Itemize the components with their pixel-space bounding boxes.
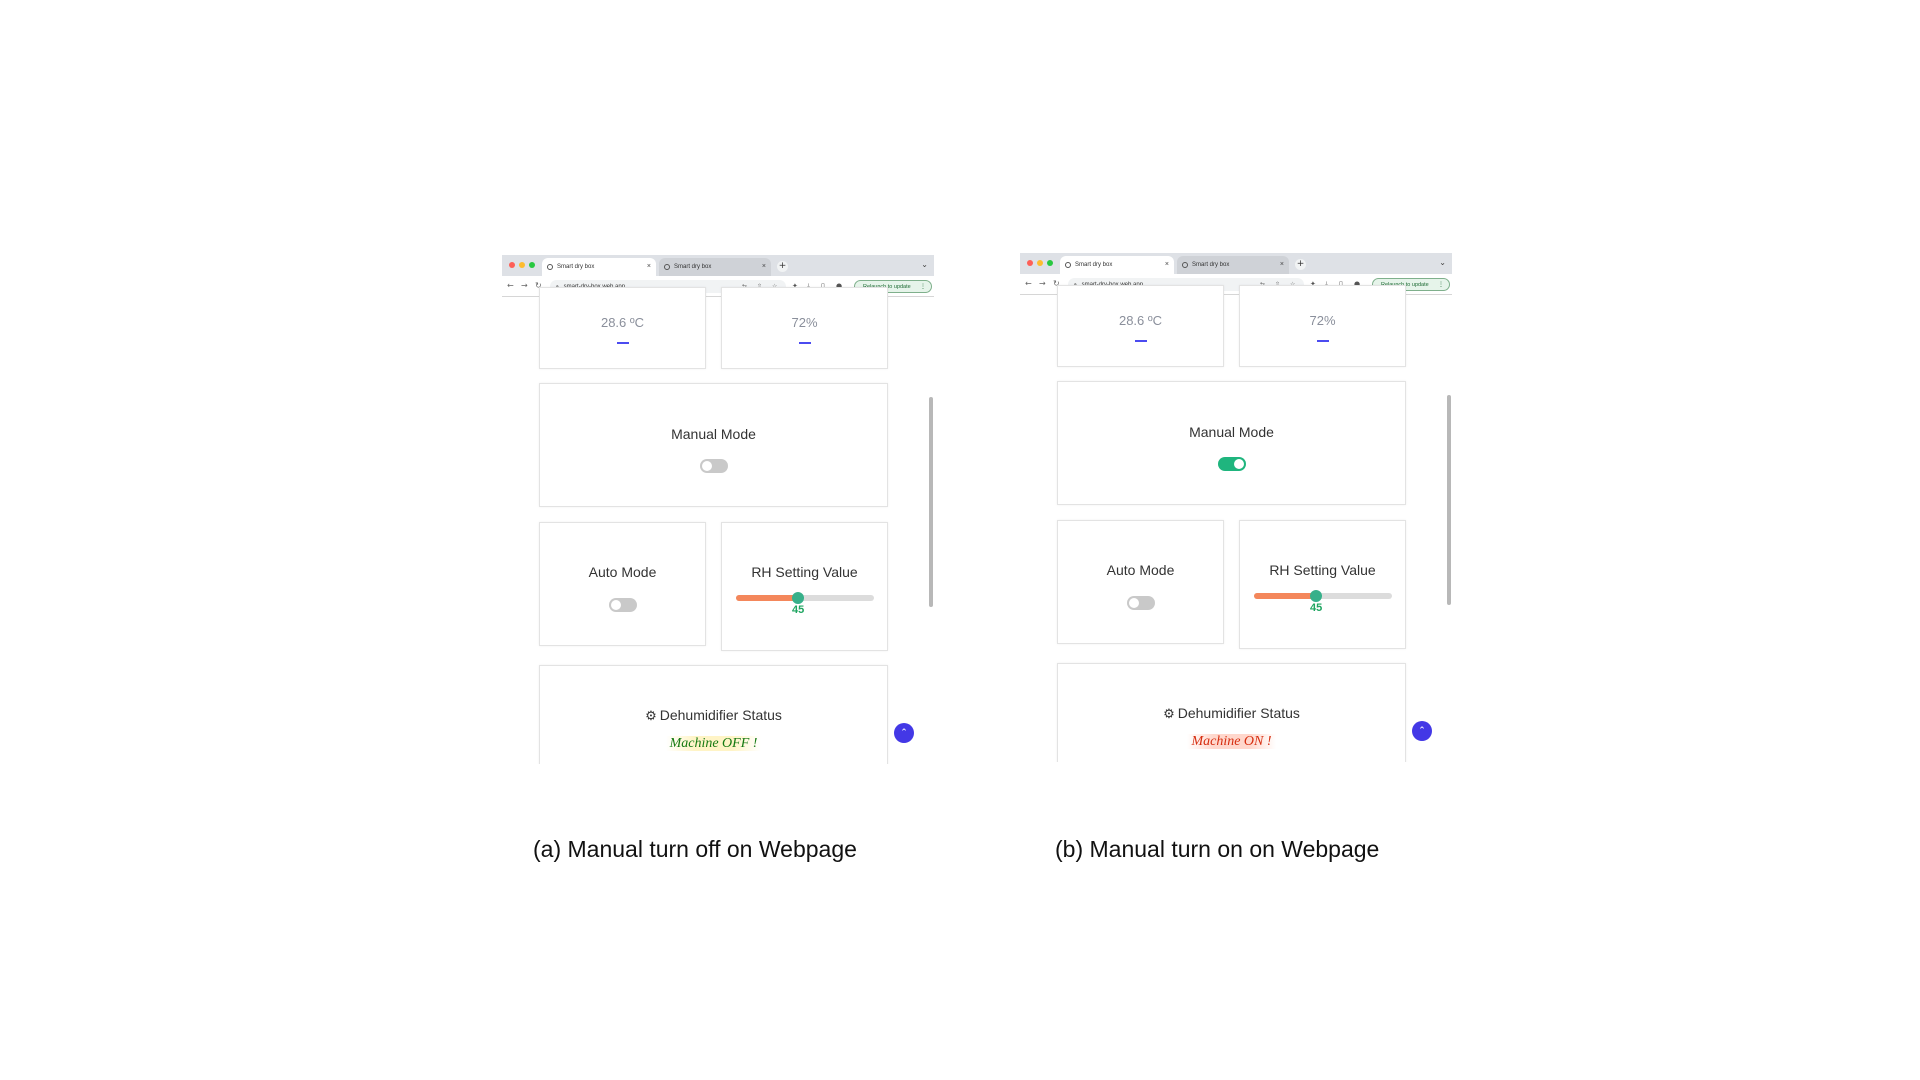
humidity-card: 72% — [721, 287, 888, 369]
toggle-knob — [701, 461, 712, 471]
rh-slider-track[interactable] — [736, 595, 874, 601]
screenshot-manual-on: Smart dry box × Smart dry box × + ⌄ ← → … — [1020, 253, 1452, 762]
dehumidifier-status-heading: ⚙ Dehumidifier Status — [540, 707, 887, 724]
close-window-icon[interactable] — [509, 262, 515, 268]
globe-icon — [1065, 262, 1071, 268]
machine-status: Machine ON ! — [1058, 734, 1405, 750]
humidity-value: 72% — [1309, 313, 1336, 328]
minimize-window-icon[interactable] — [1037, 260, 1043, 266]
tab-search-chevron-icon[interactable]: ⌄ — [1439, 258, 1446, 267]
temperature-value: 28.6 ºC — [600, 315, 645, 330]
manual-mode-label: Manual Mode — [1189, 424, 1274, 440]
screenshot-manual-off: Smart dry box × Smart dry box × + ⌄ ← → … — [502, 255, 934, 764]
toggle-knob — [1233, 459, 1244, 469]
temperature-underline — [616, 342, 629, 344]
manual-mode-card: Manual Mode — [539, 383, 888, 507]
toggle-knob — [1128, 598, 1139, 608]
new-tab-icon[interactable]: + — [777, 261, 788, 272]
tab-label: Smart dry box — [1075, 262, 1113, 268]
new-tab-icon[interactable]: + — [1295, 259, 1306, 270]
rh-setting-label: RH Setting Value — [751, 564, 858, 580]
humidity-underline — [798, 342, 811, 344]
humidity-underline — [1316, 340, 1329, 342]
dehumidifier-status-label: Dehumidifier Status — [659, 707, 782, 723]
tab-strip: Smart dry box × Smart dry box × + ⌄ — [1020, 253, 1452, 274]
tab-smart-dry-box-active[interactable]: Smart dry box × — [542, 258, 656, 276]
auto-mode-toggle[interactable] — [608, 598, 637, 612]
tab-strip: Smart dry box × Smart dry box × + ⌄ — [502, 255, 934, 276]
tab-label: Smart dry box — [674, 264, 712, 270]
tab-smart-dry-box[interactable]: Smart dry box × — [659, 258, 771, 276]
page-content: 28.6 ºC 72% Manual Mode Auto Mode RH Set… — [502, 287, 934, 764]
minimize-window-icon[interactable] — [519, 262, 525, 268]
scrollbar[interactable] — [929, 397, 933, 607]
close-tab-icon[interactable]: × — [1165, 261, 1169, 268]
close-window-icon[interactable] — [1027, 260, 1033, 266]
caption-a: (a) Manual turn off on Webpage — [533, 836, 857, 862]
machine-status-text: Machine OFF ! — [665, 736, 762, 751]
tab-smart-dry-box[interactable]: Smart dry box × — [1177, 256, 1289, 274]
back-arrow-icon[interactable]: ← — [1025, 279, 1032, 289]
temperature-card: 28.6 ºC — [539, 287, 706, 369]
humidity-card: 72% — [1239, 285, 1406, 367]
auto-mode-toggle[interactable] — [1126, 596, 1155, 610]
window-controls — [509, 262, 535, 268]
toggle-knob — [610, 600, 621, 610]
scrollbar[interactable] — [1447, 395, 1451, 605]
rh-slider-value: 45 — [791, 604, 805, 616]
auto-mode-label: Auto Mode — [1106, 562, 1175, 578]
close-tab-icon[interactable]: × — [1280, 261, 1284, 268]
rh-setting-card: RH Setting Value 45 — [1239, 520, 1406, 649]
machine-status: Machine OFF ! — [540, 736, 887, 752]
globe-icon — [664, 264, 670, 270]
globe-icon — [1182, 262, 1188, 268]
scroll-to-top-chevron-up-icon[interactable]: ⌃ — [894, 723, 914, 743]
more-menu-icon[interactable]: ⋮ — [920, 283, 926, 290]
manual-mode-toggle[interactable] — [699, 459, 728, 473]
manual-mode-card: Manual Mode — [1057, 381, 1406, 505]
rh-slider-fill — [1254, 593, 1317, 599]
rh-slider-thumb[interactable] — [1310, 590, 1323, 602]
forward-arrow-icon[interactable]: → — [521, 281, 528, 291]
machine-status-text: Machine ON ! — [1187, 734, 1276, 749]
forward-arrow-icon[interactable]: → — [1039, 279, 1046, 289]
dehumidifier-status-card: ⚙ Dehumidifier Status Machine OFF ! — [539, 665, 888, 764]
more-menu-icon[interactable]: ⋮ — [1438, 281, 1444, 288]
auto-mode-card: Auto Mode — [539, 522, 706, 646]
tab-search-chevron-icon[interactable]: ⌄ — [921, 260, 928, 269]
auto-mode-card: Auto Mode — [1057, 520, 1224, 644]
tab-label: Smart dry box — [557, 264, 595, 270]
temperature-value: 28.6 ºC — [1118, 313, 1163, 328]
rh-slider-thumb[interactable] — [792, 592, 805, 604]
dehumidifier-status-label: Dehumidifier Status — [1177, 705, 1300, 721]
rh-slider-track[interactable] — [1254, 593, 1392, 599]
temperature-card: 28.6 ºC — [1057, 285, 1224, 367]
auto-mode-label: Auto Mode — [588, 564, 657, 580]
rh-setting-card: RH Setting Value 45 — [721, 522, 888, 651]
temperature-underline — [1134, 340, 1147, 342]
rh-setting-label: RH Setting Value — [1269, 562, 1376, 578]
humidity-value: 72% — [791, 315, 818, 330]
globe-icon — [547, 264, 553, 270]
close-tab-icon[interactable]: × — [762, 263, 766, 270]
window-controls — [1027, 260, 1053, 266]
dehumidifier-status-heading: ⚙ Dehumidifier Status — [1058, 705, 1405, 722]
page-content: 28.6 ºC 72% Manual Mode Auto Mode RH Set… — [1020, 285, 1452, 762]
maximize-window-icon[interactable] — [529, 262, 535, 268]
close-tab-icon[interactable]: × — [647, 263, 651, 270]
back-arrow-icon[interactable]: ← — [507, 281, 514, 291]
caption-b: (b) Manual turn on on Webpage — [1055, 836, 1380, 862]
tab-label: Smart dry box — [1192, 262, 1230, 268]
maximize-window-icon[interactable] — [1047, 260, 1053, 266]
dehumidifier-status-card: ⚙ Dehumidifier Status Machine ON ! — [1057, 663, 1406, 762]
manual-mode-toggle[interactable] — [1217, 457, 1246, 471]
manual-mode-label: Manual Mode — [671, 426, 756, 442]
rh-slider-value: 45 — [1309, 602, 1323, 614]
gear-icon: ⚙ — [1163, 706, 1175, 721]
tab-smart-dry-box-active[interactable]: Smart dry box × — [1060, 256, 1174, 274]
rh-slider-fill — [736, 595, 799, 601]
scroll-to-top-chevron-up-icon[interactable]: ⌃ — [1412, 721, 1432, 741]
gear-icon: ⚙ — [645, 708, 657, 723]
